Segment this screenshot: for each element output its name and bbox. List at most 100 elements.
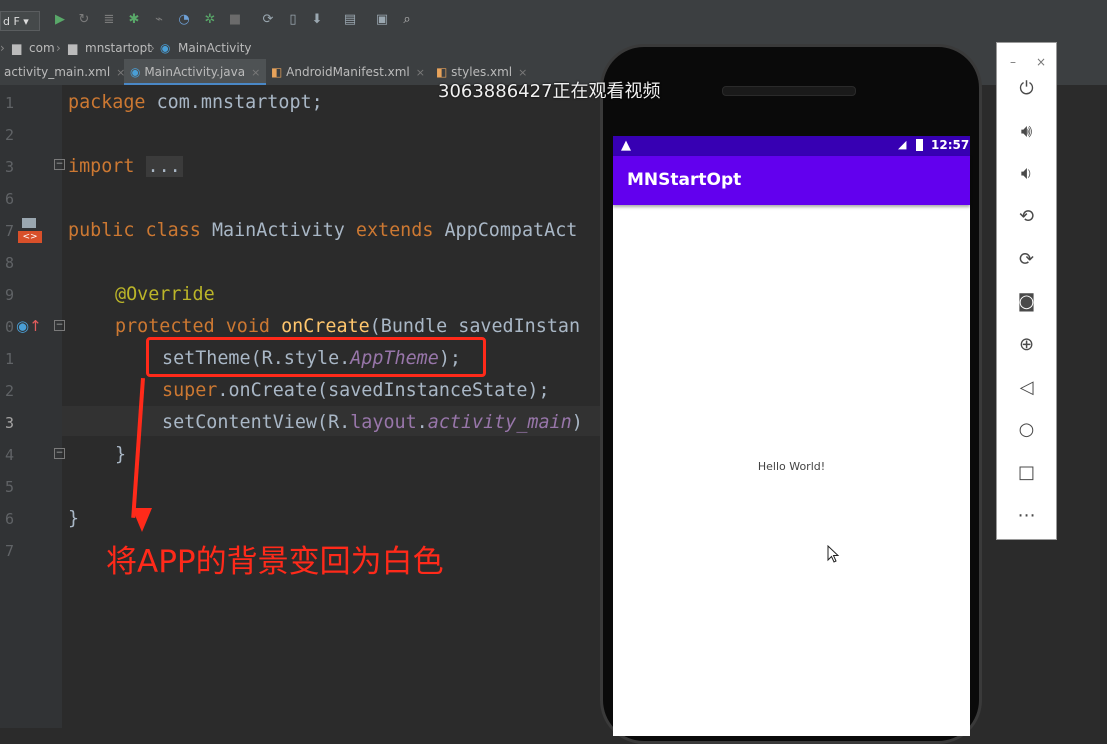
power-icon[interactable]: ⏻: [997, 78, 1056, 100]
breadcrumb-item-mnstartopt[interactable]: mnstartopt: [85, 40, 152, 56]
code-line: @Override: [115, 285, 215, 305]
xml-file-icon: ◧: [271, 65, 283, 79]
volume-up-icon[interactable]: 🔊︎: [997, 121, 1056, 143]
warning-icon: ▲: [621, 138, 631, 153]
code-text: com.mnstartopt;: [145, 92, 323, 113]
viewer-watermark: 3063886427正在观看视频: [438, 81, 661, 102]
class-icon: ◉: [130, 65, 141, 79]
line-number: 2: [4, 382, 14, 400]
status-time: 12:57: [931, 138, 970, 152]
close-icon[interactable]: ×: [251, 66, 260, 79]
layout-link-icon[interactable]: <>: [18, 218, 42, 244]
volume-down-icon[interactable]: 🔉︎: [997, 163, 1056, 185]
line-number: 6: [4, 510, 14, 528]
folder-icon: ▆: [68, 41, 78, 55]
code-text: MainActivity: [200, 220, 356, 241]
rerun-icon[interactable]: ↻: [76, 12, 92, 28]
code-line: }: [68, 509, 79, 529]
overview-icon[interactable]: □: [997, 462, 1056, 484]
chevron-right-icon: ›: [150, 41, 155, 55]
keyword: package: [68, 92, 146, 113]
code-text: activity_main: [427, 412, 572, 433]
emulator-controls-panel: – × ⏻ 🔊︎ 🔉︎ ⟲ ⟳ ◙ ⊕ ◁ ○ □ ⋯: [996, 42, 1057, 540]
apply-icon[interactable]: ✲: [202, 12, 218, 28]
battery-icon: [916, 139, 923, 151]
highlight-box: [146, 337, 486, 377]
rotate-left-icon[interactable]: ⟲: [997, 206, 1056, 228]
line-number: 4: [4, 446, 14, 464]
folded-imports[interactable]: ...: [145, 156, 183, 177]
minimize-icon[interactable]: –: [1003, 51, 1023, 73]
android-status-bar: ▲ ◢ 12:57: [613, 136, 970, 156]
code-line: import ...: [68, 156, 183, 177]
breadcrumb-item-mainactivity[interactable]: MainActivity: [178, 40, 252, 56]
line-number: 5: [4, 478, 14, 496]
line-number: 9: [4, 286, 14, 304]
stop-icon[interactable]: ■: [227, 12, 243, 28]
profile-icon[interactable]: ◔: [176, 12, 192, 28]
coverage-icon[interactable]: ≣: [101, 12, 117, 28]
fold-toggle-icon[interactable]: −: [54, 159, 65, 170]
debug-icon[interactable]: ✱: [126, 12, 142, 28]
screenshot-icon[interactable]: ◙: [997, 291, 1056, 313]
code-text: }: [115, 444, 127, 465]
line-number-gutter: [0, 85, 63, 728]
line-number: 6: [4, 190, 14, 208]
emulator-screen[interactable]: [613, 136, 970, 736]
back-icon[interactable]: ◁: [997, 377, 1056, 399]
rotate-right-icon[interactable]: ⟳: [997, 249, 1056, 271]
tab-label: AndroidManifest.xml: [286, 65, 410, 79]
keyword: super: [162, 380, 218, 401]
override-marker-icon[interactable]: ◉↑: [16, 317, 42, 335]
keyword: protected void: [115, 316, 271, 337]
search-icon[interactable]: ⌕: [399, 12, 415, 28]
more-icon[interactable]: ⋯: [997, 505, 1056, 527]
zoom-icon[interactable]: ⊕: [997, 334, 1056, 356]
chevron-right-icon: ›: [56, 41, 61, 55]
method-name: onCreate: [270, 316, 370, 337]
tab-android-manifest[interactable]: ◧ AndroidManifest.xml ×: [265, 59, 431, 85]
line-number: 3: [4, 414, 14, 432]
code-text: setContentView(R.: [162, 412, 351, 433]
keyword: import: [68, 156, 135, 177]
fold-toggle-icon[interactable]: −: [54, 320, 65, 331]
line-number: 8: [4, 254, 14, 272]
layout-inspector-icon[interactable]: ▣: [374, 12, 390, 28]
line-number: 7: [4, 542, 14, 560]
code-line: setContentView(R.layout.activity_main): [162, 413, 583, 433]
code-text: .onCreate(savedInstanceState);: [217, 380, 550, 401]
attach-icon[interactable]: ⌁: [151, 12, 167, 28]
keyword: extends: [355, 220, 434, 241]
gradle-sync-icon[interactable]: ⟳: [260, 12, 276, 28]
annotation-text: @Override: [115, 284, 215, 305]
code-line: public class MainActivity extends AppCom…: [68, 221, 577, 241]
keyword: public class: [68, 220, 201, 241]
code-line: package com.mnstartopt;: [68, 93, 323, 113]
breadcrumb-item-com[interactable]: com: [29, 40, 55, 56]
run-icon[interactable]: ▶: [52, 12, 68, 28]
run-configuration-select[interactable]: d F ▾: [0, 11, 40, 31]
line-number: 3: [4, 158, 14, 176]
tab-activity-main[interactable]: activity_main.xml ×: [0, 59, 131, 85]
arrow-down-icon: [132, 508, 152, 532]
code-text: (Bundle savedInstan: [369, 316, 581, 337]
signal-icon: ◢: [898, 138, 907, 151]
chevron-right-icon: ›: [0, 41, 5, 55]
tab-main-activity[interactable]: ◉ MainActivity.java ×: [124, 59, 267, 85]
code-text: }: [68, 508, 80, 529]
sdk-manager-icon[interactable]: ⬇: [309, 12, 325, 28]
code-line: super.onCreate(savedInstanceState);: [162, 381, 550, 401]
close-icon[interactable]: ×: [416, 66, 425, 79]
avd-manager-icon[interactable]: ▯: [285, 12, 301, 28]
class-icon: ◉: [160, 41, 171, 55]
project-structure-icon[interactable]: ▤: [342, 12, 358, 28]
close-icon[interactable]: ×: [1031, 51, 1051, 73]
device-speaker: [722, 86, 856, 96]
line-number: 1: [4, 350, 14, 368]
home-icon[interactable]: ○: [997, 419, 1056, 441]
annotation-caption: 将APP的背景变回为白色: [106, 544, 444, 580]
line-number: 7: [4, 222, 14, 240]
fold-end-icon[interactable]: −: [54, 448, 65, 459]
code-text: ): [571, 412, 583, 433]
folder-icon: ▆: [12, 41, 22, 55]
